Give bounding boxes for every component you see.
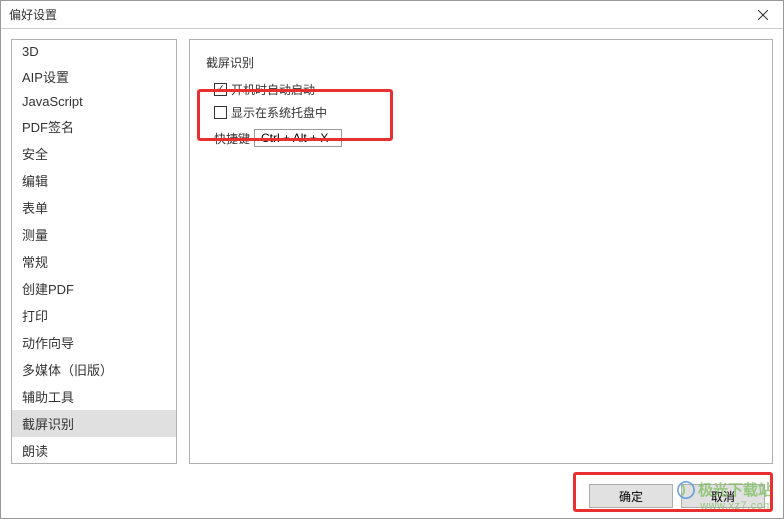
window-title: 偏好设置 bbox=[9, 6, 57, 23]
checkbox-icon bbox=[214, 83, 227, 96]
close-button[interactable] bbox=[743, 1, 783, 29]
content-panel: 截屏识别 开机时自动启动 显示在系统托盘中 快捷键 bbox=[189, 39, 773, 464]
cancel-button[interactable]: 取消 bbox=[681, 484, 765, 508]
sidebar-item[interactable]: 多媒体（旧版） bbox=[12, 356, 176, 383]
sidebar-item[interactable]: AIP设置 bbox=[12, 63, 176, 90]
sidebar-item[interactable]: 常规 bbox=[12, 248, 176, 275]
sidebar-item[interactable]: JavaScript bbox=[12, 90, 176, 113]
footer: 确定 取消 bbox=[1, 474, 783, 518]
sidebar-item[interactable]: 测量 bbox=[12, 221, 176, 248]
category-sidebar[interactable]: 3DAIP设置JavaScriptPDF签名安全编辑表单测量常规创建PDF打印动… bbox=[11, 39, 177, 464]
autostart-label: 开机时自动启动 bbox=[231, 81, 315, 98]
showtray-checkbox-row[interactable]: 显示在系统托盘中 bbox=[206, 104, 756, 121]
sidebar-item[interactable]: PDF签名 bbox=[12, 113, 176, 140]
sidebar-item[interactable]: 截屏识别 bbox=[12, 410, 176, 437]
sidebar-item[interactable]: 安全 bbox=[12, 140, 176, 167]
group-title: 截屏识别 bbox=[206, 54, 756, 71]
sidebar-item[interactable]: 创建PDF bbox=[12, 275, 176, 302]
sidebar-item[interactable]: 朗读 bbox=[12, 437, 176, 464]
sidebar-item[interactable]: 表单 bbox=[12, 194, 176, 221]
body-area: 3DAIP设置JavaScriptPDF签名安全编辑表单测量常规创建PDF打印动… bbox=[1, 29, 783, 474]
sidebar-item[interactable]: 3D bbox=[12, 40, 176, 63]
checkbox-icon bbox=[214, 106, 227, 119]
sidebar-item[interactable]: 编辑 bbox=[12, 167, 176, 194]
hotkey-input[interactable] bbox=[254, 129, 342, 147]
sidebar-item[interactable]: 辅助工具 bbox=[12, 383, 176, 410]
hotkey-label: 快捷键 bbox=[214, 130, 250, 147]
titlebar: 偏好设置 bbox=[1, 1, 783, 29]
close-icon bbox=[758, 10, 768, 20]
hotkey-row: 快捷键 bbox=[206, 129, 756, 147]
showtray-label: 显示在系统托盘中 bbox=[231, 104, 327, 121]
ok-button[interactable]: 确定 bbox=[589, 484, 673, 508]
preferences-window: 偏好设置 3DAIP设置JavaScriptPDF签名安全编辑表单测量常规创建P… bbox=[0, 0, 784, 519]
sidebar-item[interactable]: 动作向导 bbox=[12, 329, 176, 356]
autostart-checkbox-row[interactable]: 开机时自动启动 bbox=[206, 81, 756, 98]
sidebar-item[interactable]: 打印 bbox=[12, 302, 176, 329]
